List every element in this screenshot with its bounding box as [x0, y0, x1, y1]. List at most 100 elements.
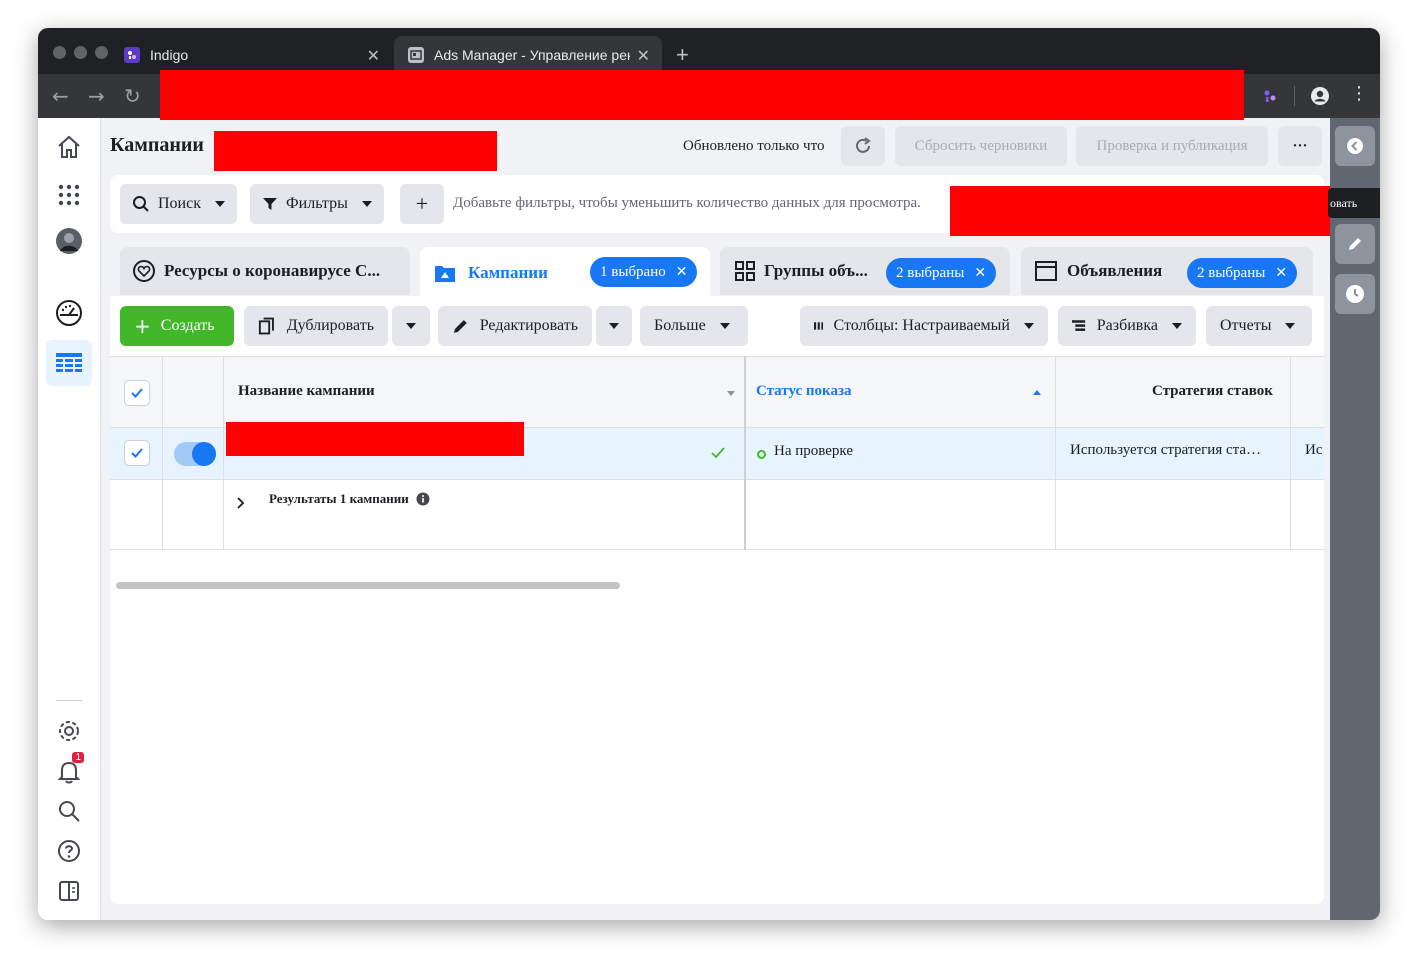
selection-badge[interactable]: 2 выбраны ✕ [1187, 258, 1298, 288]
caret-down-icon [1172, 323, 1182, 329]
page-title: Кампании [110, 134, 204, 156]
history-panel-button[interactable] [1335, 274, 1375, 314]
caret-down-icon [609, 323, 619, 329]
indigo-favicon-icon [124, 47, 140, 63]
tab-covid-resources[interactable]: Ресурсы о коронавирусе С... [120, 247, 410, 295]
notification-count-badge: 1 [72, 752, 84, 763]
account-avatar[interactable] [46, 218, 92, 264]
filter-icon [263, 198, 277, 210]
refresh-button[interactable] [841, 126, 885, 166]
collapse-panel-button[interactable] [1335, 126, 1375, 166]
caret-down-icon [719, 323, 730, 329]
more-label: Больше [654, 317, 706, 334]
filters-button[interactable]: Фильтры [250, 184, 384, 224]
frozen-column-divider [744, 356, 746, 550]
pencil-icon [453, 320, 467, 333]
caret-down-icon [1285, 323, 1296, 329]
close-tab-icon[interactable]: ✕ [367, 46, 380, 66]
more-options-button[interactable]: ··· [1278, 126, 1322, 166]
row-checkbox[interactable] [124, 440, 150, 466]
column-header-bid-strategy[interactable]: Стратегия ставок [1152, 383, 1273, 400]
column-divider [162, 356, 163, 550]
ads-manager-table-icon[interactable] [46, 340, 92, 386]
tab-label: Группы объ... [764, 261, 868, 280]
dashboard-gauge-icon[interactable] [46, 290, 92, 336]
info-icon[interactable] [416, 492, 430, 506]
close-tab-icon[interactable]: ✕ [637, 46, 650, 66]
column-divider [1290, 356, 1291, 550]
duplicate-label: Дублировать [286, 317, 374, 334]
duplicate-button[interactable]: Дублировать [244, 306, 388, 346]
tab-ads[interactable]: Объявления 2 выбраны ✕ [1021, 247, 1313, 295]
close-window-button[interactable] [53, 46, 66, 59]
edit-panel-button[interactable] [1335, 224, 1375, 264]
clear-selection-icon[interactable]: ✕ [1275, 265, 1287, 281]
column-header-campaign-name[interactable]: Название кампании [238, 383, 375, 400]
badge-label: 2 выбраны [896, 264, 965, 281]
horizontal-scrollbar[interactable] [116, 582, 620, 589]
minimize-window-button[interactable] [74, 46, 87, 59]
discard-drafts-button[interactable]: Сбросить черновики [895, 126, 1067, 166]
tab-campaigns[interactable]: Кампании 1 выбрано ✕ [420, 247, 710, 299]
results-summary-row: Результаты 1 кампании [110, 480, 1324, 550]
redacted-campaign-name[interactable] [226, 422, 524, 456]
select-all-checkbox[interactable] [124, 380, 150, 406]
tab-label: Кампании [468, 263, 548, 282]
profile-icon[interactable] [1310, 86, 1330, 106]
sort-caret-icon[interactable] [727, 391, 735, 396]
search-label: Поиск [158, 195, 201, 212]
sort-ascending-icon[interactable] [1033, 390, 1041, 395]
reports-button[interactable]: Отчеты [1206, 306, 1312, 346]
more-button[interactable]: Больше [640, 306, 748, 346]
review-publish-button[interactable]: Проверка и публикация [1076, 126, 1268, 166]
apps-grid-icon[interactable] [46, 172, 92, 218]
browser-tabbar: Indigo ✕ Ads Manager - Управление рек ✕ … [38, 28, 1380, 74]
search-icon [133, 196, 149, 212]
caret-down-icon [1024, 323, 1034, 329]
toggle-knob [192, 442, 216, 466]
edit-dropdown[interactable] [596, 306, 632, 346]
forward-icon[interactable]: → [88, 84, 105, 108]
columns-button[interactable]: Столбцы: Настраиваемый [800, 306, 1048, 346]
edit-button[interactable]: Редактировать [438, 306, 592, 346]
browser-tab-title: Ads Manager - Управление рек [434, 47, 630, 63]
clear-selection-icon[interactable]: ✕ [676, 264, 688, 280]
home-icon[interactable] [46, 124, 92, 170]
status-dot-icon [757, 450, 766, 459]
create-button[interactable]: + Создать [120, 306, 234, 346]
columns-label: Столбцы: Настраиваемый [833, 317, 1010, 334]
table-row[interactable]: На проверке Используется стратегия ста… … [110, 422, 1324, 480]
window-controls [53, 46, 116, 64]
new-tab-button[interactable]: + [676, 42, 689, 68]
campaign-on-off-toggle[interactable] [174, 442, 216, 466]
refresh-icon [856, 137, 871, 153]
plus-icon: + [134, 314, 151, 338]
saved-checkmark-icon [711, 447, 725, 459]
duplicate-dropdown[interactable] [392, 306, 430, 346]
redacted-filter-area [950, 186, 1330, 236]
badge-label: 1 выбрано [600, 263, 666, 280]
indigo-extension-icon[interactable] [1262, 88, 1278, 104]
browser-window: Indigo ✕ Ads Manager - Управление рек ✕ … [38, 28, 1380, 920]
search-button[interactable]: Поиск [120, 184, 237, 224]
browser-menu-icon[interactable]: ⋮ [1350, 83, 1368, 104]
clear-selection-icon[interactable]: ✕ [974, 265, 986, 281]
add-filter-button[interactable]: + [400, 184, 444, 224]
panel-toggle-icon[interactable] [46, 868, 92, 914]
edit-label: Редактировать [479, 317, 578, 334]
ads-manager-favicon-icon [408, 47, 424, 63]
browser-tab-indigo[interactable]: Indigo ✕ [124, 36, 392, 74]
right-side-panel [1330, 118, 1380, 920]
breakdown-button[interactable]: Разбивка [1058, 306, 1196, 346]
redacted-address-bar[interactable] [160, 70, 1244, 120]
back-icon[interactable]: ← [52, 84, 69, 108]
reload-icon[interactable]: ↻ [124, 84, 141, 108]
zoom-window-button[interactable] [95, 46, 108, 59]
browser-tab-ads-manager[interactable]: Ads Manager - Управление рек ✕ [394, 36, 662, 74]
column-header-delivery-status[interactable]: Статус показа [756, 383, 852, 400]
tab-ad-sets[interactable]: Группы объ... 2 выбраны ✕ [720, 247, 1010, 295]
reports-label: Отчеты [1220, 317, 1272, 334]
selection-badge[interactable]: 2 выбраны ✕ [886, 258, 997, 288]
chevron-right-icon[interactable] [236, 496, 246, 510]
selection-badge[interactable]: 1 выбрано ✕ [590, 257, 698, 287]
